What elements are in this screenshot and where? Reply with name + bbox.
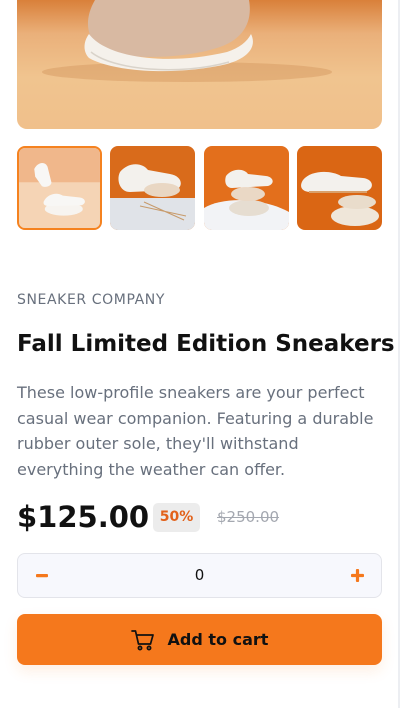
thumbnail-3[interactable] xyxy=(204,146,289,230)
thumbnail-4[interactable] xyxy=(297,146,382,230)
minus-icon xyxy=(36,573,48,577)
thumbnail-gallery xyxy=(17,146,382,230)
thumbnail-1[interactable] xyxy=(17,146,102,230)
increase-quantity-button[interactable] xyxy=(333,554,381,597)
thumbnail-2[interactable] xyxy=(110,146,195,230)
plus-icon xyxy=(350,569,364,582)
decrease-quantity-button[interactable] xyxy=(18,554,66,597)
sneaker-laces-photo-icon xyxy=(110,146,195,230)
quantity-input[interactable] xyxy=(66,554,333,597)
product-description: These low-profile sneakers are your perf… xyxy=(17,383,374,479)
sneaker-image xyxy=(42,0,332,82)
product-page: SNEAKER COMPANY Fall Limited Edition Sne… xyxy=(0,0,400,708)
quantity-stepper xyxy=(17,553,382,598)
discount-badge: 50% xyxy=(153,503,200,532)
main-product-image[interactable] xyxy=(17,0,382,129)
current-price: $125.00 xyxy=(17,500,150,534)
sneaker-on-stone-photo-icon xyxy=(19,148,100,228)
add-to-cart-button[interactable]: Add to cart xyxy=(17,614,382,665)
sneaker-on-pebbles-photo-icon xyxy=(204,146,289,230)
add-to-cart-label: Add to cart xyxy=(167,630,269,649)
original-price: $250.00 xyxy=(217,508,280,526)
sneaker-side-photo-icon xyxy=(297,146,382,230)
product-title: Fall Limited Edition Sneakers xyxy=(17,331,395,357)
cart-icon xyxy=(130,629,155,651)
company-name: SNEAKER COMPANY xyxy=(17,292,166,308)
